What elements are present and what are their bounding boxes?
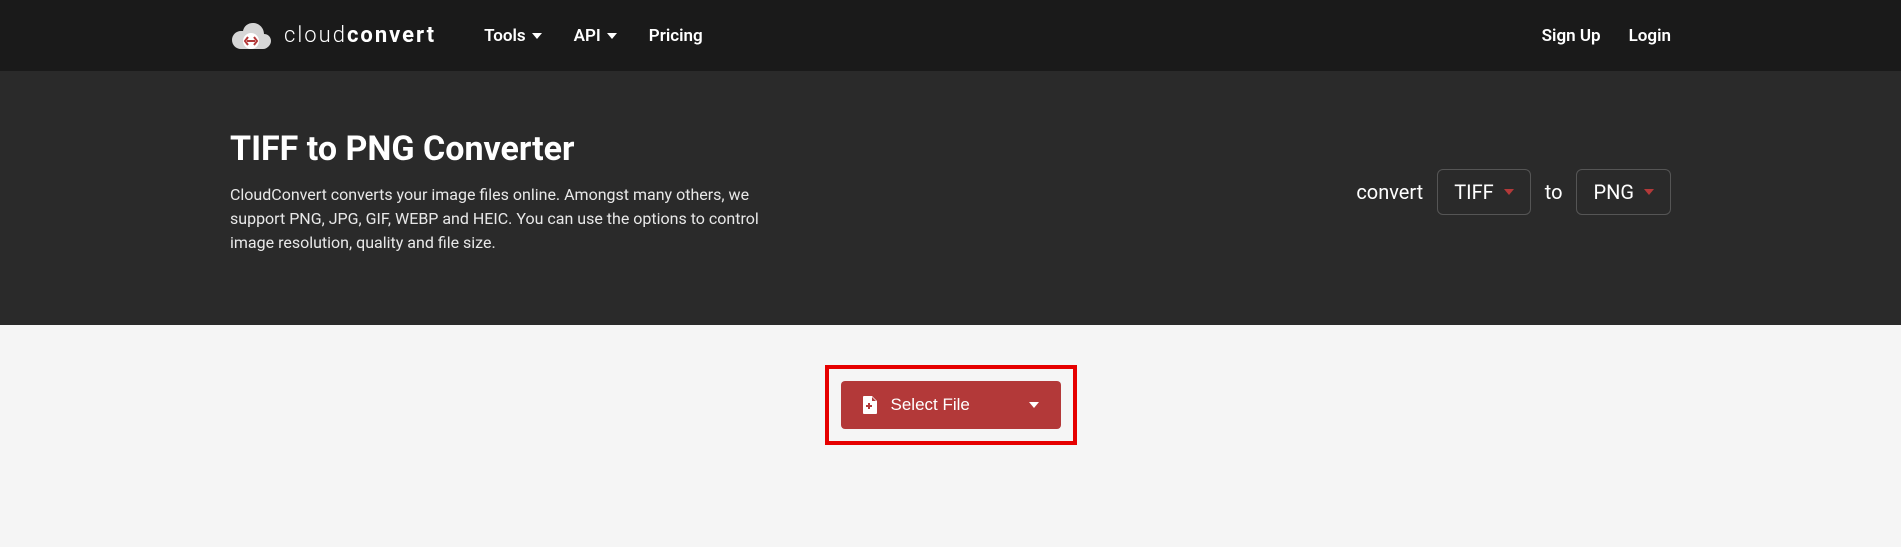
nav-login-label: Login (1629, 26, 1671, 46)
main-area: Select File (0, 325, 1901, 485)
from-format-select[interactable]: TIFF (1437, 169, 1530, 215)
to-format-select[interactable]: PNG (1576, 169, 1671, 215)
nav-tools-label: Tools (484, 26, 526, 46)
select-file-button[interactable]: Select File (841, 381, 1061, 429)
nav-pricing[interactable]: Pricing (649, 26, 703, 46)
select-file-label: Select File (891, 395, 970, 415)
nav-tools[interactable]: Tools (484, 26, 542, 46)
nav-menu: Tools API Pricing (484, 26, 703, 46)
select-file-highlight: Select File (825, 365, 1077, 445)
nav-signup-label: Sign Up (1542, 26, 1601, 46)
chevron-down-icon (1029, 402, 1039, 408)
logo[interactable]: cloudconvert (230, 20, 436, 52)
convert-label: convert (1356, 180, 1423, 204)
header: cloudconvert Tools API Pricing Sign Up L… (0, 0, 1901, 71)
to-label: to (1545, 180, 1563, 204)
page-description: CloudConvert converts your image files o… (230, 183, 790, 255)
to-format-value: PNG (1593, 180, 1634, 204)
chevron-down-icon (1504, 189, 1514, 195)
hero-section: TIFF to PNG Converter CloudConvert conve… (0, 71, 1901, 325)
nav-signup[interactable]: Sign Up (1542, 26, 1601, 46)
file-plus-icon (863, 396, 877, 414)
hero-text: TIFF to PNG Converter CloudConvert conve… (230, 129, 790, 255)
nav-right: Sign Up Login (1542, 26, 1671, 46)
from-format-value: TIFF (1454, 180, 1493, 204)
chevron-down-icon (532, 33, 542, 39)
nav-pricing-label: Pricing (649, 26, 703, 46)
nav-api[interactable]: API (574, 26, 617, 46)
convert-controls: convert TIFF to PNG (1356, 169, 1671, 215)
nav-login[interactable]: Login (1629, 26, 1671, 46)
page-title: TIFF to PNG Converter (230, 129, 790, 169)
chevron-down-icon (1644, 189, 1654, 195)
cloud-icon (230, 20, 272, 52)
nav-api-label: API (574, 26, 601, 46)
brand-name: cloudconvert (284, 23, 436, 48)
chevron-down-icon (607, 33, 617, 39)
